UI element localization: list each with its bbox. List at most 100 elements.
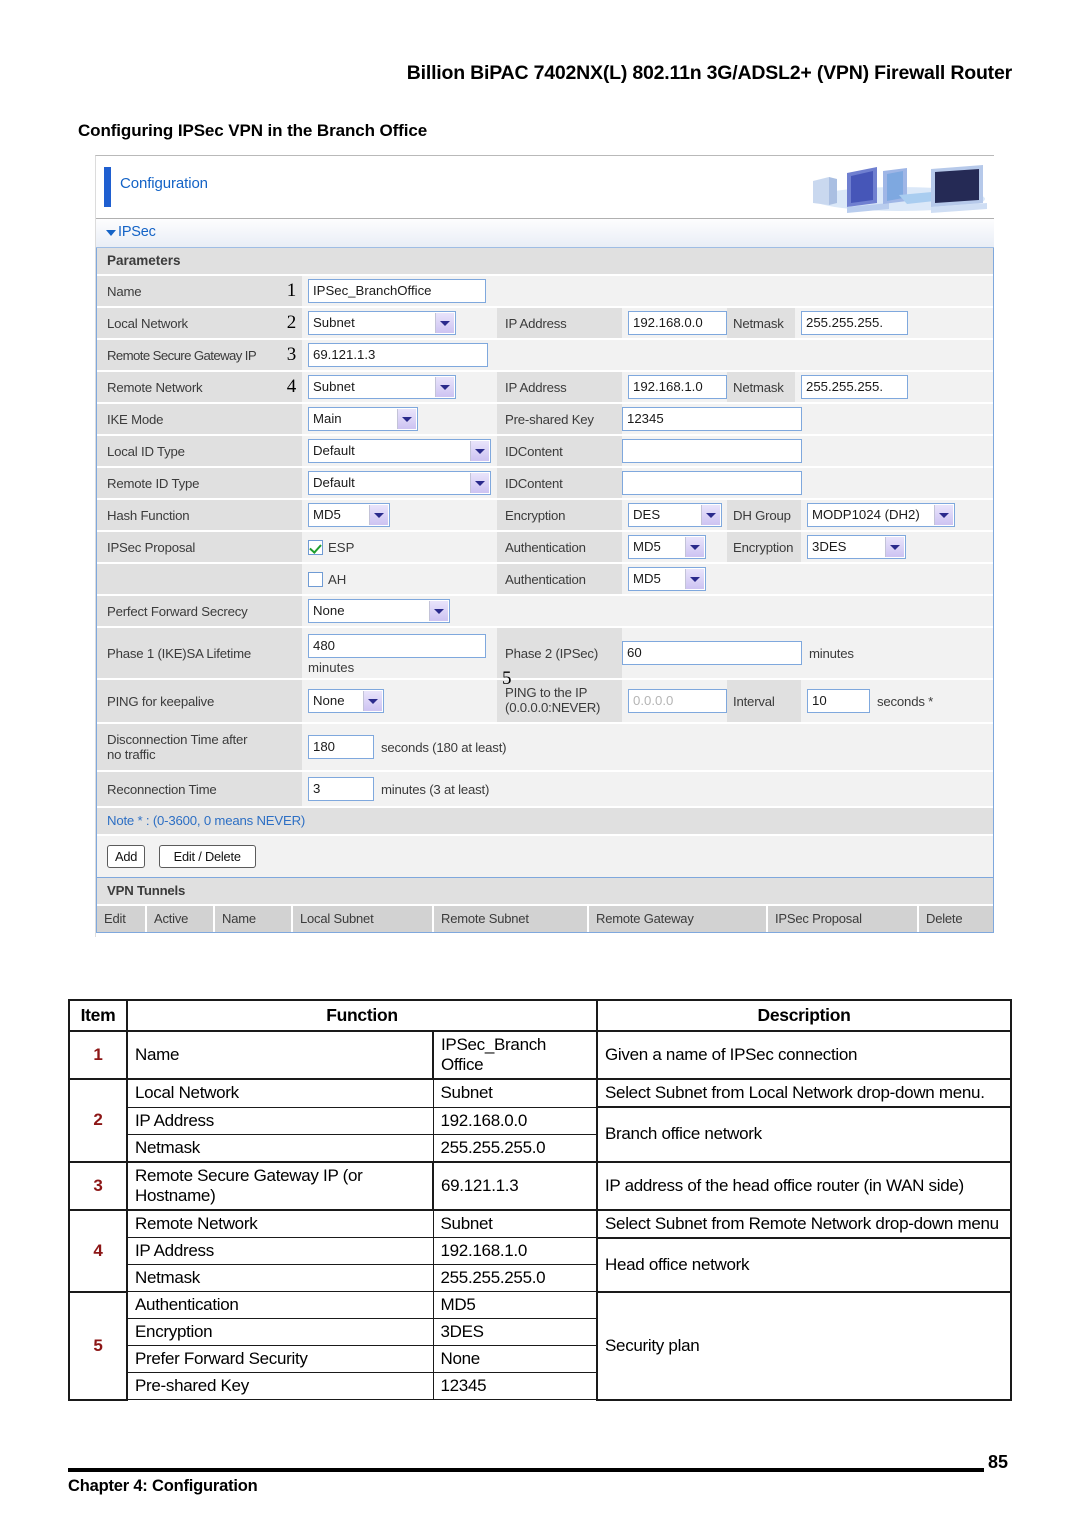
disconnection-time-input[interactable]: 180	[308, 735, 374, 759]
add-button[interactable]: Add	[107, 845, 146, 868]
label-ipsec-proposal-ah-blank	[97, 564, 302, 594]
local-ip-input[interactable]: 192.168.0.0	[628, 311, 727, 335]
cell-function: IP Address	[126, 1237, 434, 1265]
field-esp-authentication: MD5	[628, 532, 727, 562]
label-remote-network: Remote Network 4	[97, 372, 302, 402]
row-remote-secure-gateway: Remote Secure Gateway IP 3 69.121.1.3	[97, 340, 993, 372]
ui-header: Configuration	[96, 156, 994, 219]
cell-value: IPSec_Branch Office	[432, 1030, 598, 1080]
field-ike-mode: Main	[302, 404, 497, 434]
edit-delete-button[interactable]: Edit / Delete	[158, 845, 256, 868]
note-text: Note * : (0-3600, 0 means NEVER)	[97, 808, 993, 836]
vpn-col-delete: Delete	[919, 906, 993, 932]
hash-function-select[interactable]: MD5	[308, 503, 390, 527]
pre-shared-key-input[interactable]: 12345	[622, 407, 802, 431]
cell-description: Given a name of IPSec connection	[596, 1030, 1012, 1080]
ike-mode-select[interactable]: Main	[308, 407, 418, 431]
th-description: Description	[596, 999, 1012, 1032]
remote-secure-gateway-input[interactable]: 69.121.1.3	[308, 343, 488, 367]
cell-function: Netmask	[126, 1133, 434, 1162]
remote-ip-input[interactable]: 192.168.1.0	[628, 375, 727, 399]
table-row: 3 Remote Secure Gateway IP (or Hostname)…	[68, 1160, 1012, 1211]
label-esp-authentication: Authentication	[497, 532, 622, 562]
ipsec-section-label: IPSec	[118, 224, 156, 240]
field-reconnection-time: 3 minutes (3 at least)	[302, 772, 993, 806]
chevron-down-icon	[435, 313, 454, 333]
cell-value: Subnet	[432, 1209, 598, 1238]
row-ipsec-proposal-esp: IPSec Proposal ESP Authentication MD5 En…	[97, 532, 993, 564]
ah-checkbox-label: AH	[328, 571, 347, 587]
esp-authentication-select[interactable]: MD5	[628, 535, 706, 559]
remote-idcontent-input[interactable]	[622, 471, 802, 495]
document-page: Billion BiPAC 7402NX(L) 802.11n 3G/ADSL2…	[0, 0, 1080, 1528]
label-perfect-forward-secrecy: Perfect Forward Secrecy	[97, 596, 302, 626]
ping-keepalive-select[interactable]: None	[308, 689, 384, 713]
cell-value: MD5	[432, 1291, 598, 1319]
cell-item: 3	[68, 1160, 128, 1211]
ping-ip-input[interactable]: 0.0.0.0	[628, 689, 727, 713]
ah-checkbox[interactable]	[308, 571, 323, 587]
ah-authentication-select[interactable]: MD5	[628, 567, 706, 591]
interval-unit: seconds *	[877, 693, 934, 709]
name-input[interactable]: IPSec_BranchOffice	[308, 279, 486, 303]
page-number: 85	[988, 1452, 1009, 1472]
remote-netmask-input[interactable]: 255.255.255.	[801, 375, 908, 399]
field-ah-checkbox[interactable]: AH	[302, 564, 497, 594]
label-dh-group: DH Group	[727, 500, 801, 530]
local-id-type-select[interactable]: Default	[308, 439, 491, 463]
phase1-input[interactable]: 480	[308, 634, 486, 658]
disconnection-time-unit: seconds (180 at least)	[381, 739, 507, 755]
cell-function: Prefer Forward Security	[126, 1345, 434, 1373]
field-disconnection-time: 180 seconds (180 at least)	[302, 724, 993, 770]
th-item: Item	[68, 999, 128, 1032]
esp-encryption-select[interactable]: 3DES	[807, 535, 906, 559]
spacer-cell-b	[733, 276, 993, 306]
label-remote-netmask: Netmask	[727, 372, 795, 402]
field-hash-function: MD5	[302, 500, 497, 530]
table-row: 4 Remote Network Subnet Select Subnet fr…	[68, 1208, 1012, 1293]
label-local-id-type: Local ID Type	[97, 436, 302, 466]
row-remote-network: Remote Network 4 Subnet IP Address 192.1…	[97, 372, 993, 404]
local-netmask-input[interactable]: 255.255.255.	[801, 311, 908, 335]
label-ipsec-proposal: IPSec Proposal	[97, 532, 302, 562]
row-disconnection-time: Disconnection Time after no traffic 180 …	[97, 724, 993, 772]
field-remote-idcontent	[622, 468, 993, 498]
dh-group-select[interactable]: MODP1024 (DH2)	[807, 503, 955, 527]
cell-function: Netmask	[126, 1264, 434, 1292]
field-remote-id-type: Default	[302, 468, 497, 498]
local-network-select[interactable]: Subnet	[308, 311, 456, 335]
phase2-input[interactable]: 60	[622, 641, 802, 665]
esp-checkbox-label: ESP	[328, 539, 355, 555]
esp-checkbox[interactable]	[308, 539, 323, 555]
callout-2: 2	[286, 312, 297, 333]
table-row: 5 Authentication MD5 Security plan	[68, 1290, 1012, 1401]
cell-description: Security plan	[596, 1290, 1012, 1401]
field-dh-group: MODP1024 (DH2)	[801, 500, 993, 530]
cell-description: Select Subnet from Local Network drop-do…	[596, 1078, 1012, 1108]
label-hash-encryption: Encryption	[497, 500, 622, 530]
cell-function: Local Network	[126, 1078, 434, 1108]
hash-encryption-select[interactable]: DES	[628, 503, 722, 527]
label-local-netmask: Netmask	[727, 308, 795, 338]
cell-function: Remote Secure Gateway IP (or Hostname)	[126, 1160, 434, 1211]
local-idcontent-input[interactable]	[622, 439, 802, 463]
field-esp-checkbox[interactable]: ESP	[302, 532, 497, 562]
chevron-down-icon	[685, 569, 704, 589]
interval-input[interactable]: 10	[807, 689, 870, 713]
field-ping-keepalive: None	[302, 680, 497, 722]
pfs-select[interactable]: None	[308, 599, 450, 623]
vpn-col-active: Active	[147, 906, 215, 932]
chevron-down-icon	[363, 691, 382, 711]
label-ike-mode: IKE Mode	[97, 404, 302, 434]
ipsec-section-header[interactable]: IPSec	[96, 219, 994, 248]
section-heading: Configuring IPSec VPN in the Branch Offi…	[78, 121, 428, 140]
remote-network-select[interactable]: Subnet	[308, 375, 456, 399]
remote-id-type-select[interactable]: Default	[308, 471, 491, 495]
field-name: IPSec_BranchOffice	[302, 276, 538, 306]
reconnection-time-input[interactable]: 3	[308, 777, 374, 801]
cell-value: 12345	[432, 1372, 598, 1400]
parameters-bar: Parameters	[97, 248, 993, 276]
label-remote-ip-address: IP Address	[497, 372, 622, 402]
spacer-cell-c	[538, 340, 993, 370]
field-local-netmask: 255.255.255.	[801, 308, 993, 338]
